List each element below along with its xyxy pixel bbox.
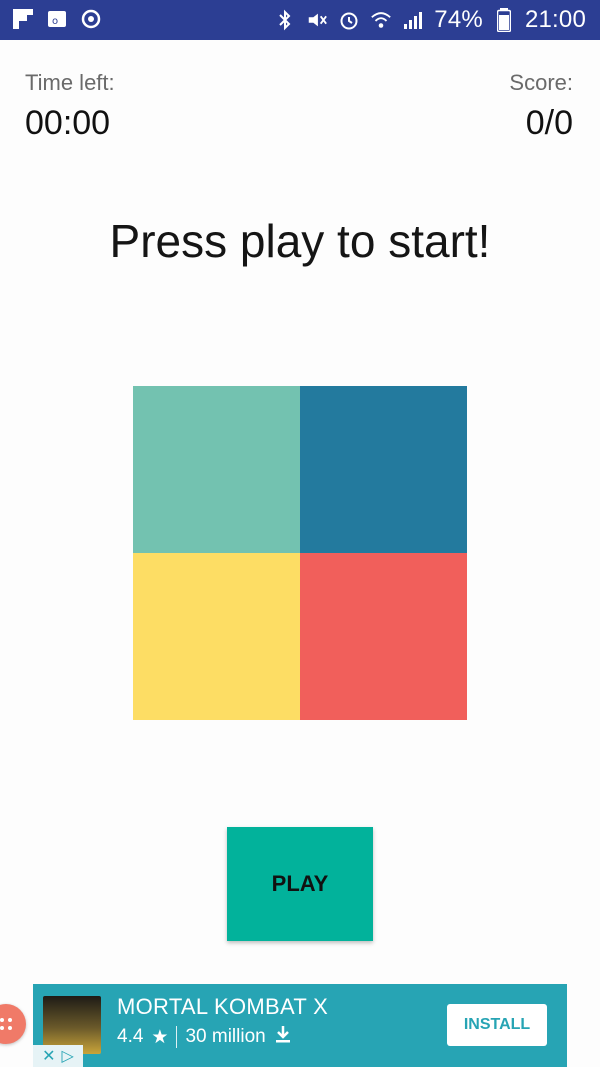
time-left-label: Time left: bbox=[25, 70, 115, 95]
start-prompt: Press play to start! bbox=[109, 215, 491, 267]
outlook-icon: o bbox=[46, 8, 68, 30]
ad-rating: 4.4 bbox=[117, 1026, 144, 1047]
score-label: Score: bbox=[509, 70, 573, 95]
divider bbox=[176, 1026, 178, 1048]
ad-choices[interactable]: ✕ ▷ bbox=[33, 1045, 83, 1067]
floating-game-icon[interactable] bbox=[0, 1004, 26, 1044]
ad-installs: 30 million bbox=[185, 1026, 266, 1047]
mute-icon bbox=[306, 9, 328, 31]
score-block: Score: 0/0 bbox=[509, 70, 573, 143]
battery-percent: 74% bbox=[434, 6, 483, 33]
dots-icon bbox=[0, 1018, 12, 1030]
battery-icon bbox=[493, 8, 515, 32]
ad-install-button[interactable]: INSTALL bbox=[447, 1004, 547, 1046]
status-right-icons: 74% 21:00 bbox=[274, 6, 586, 34]
star-icon: ★ bbox=[151, 1026, 169, 1048]
time-left-block: Time left: 00:00 bbox=[25, 70, 115, 143]
flipboard-icon bbox=[12, 8, 34, 30]
alarm-icon bbox=[338, 9, 360, 31]
time-left-value: 00:00 bbox=[25, 104, 111, 142]
ad-title: MORTAL KOMBAT X bbox=[117, 994, 329, 1019]
tile-top-left[interactable] bbox=[133, 386, 300, 553]
close-icon[interactable]: ✕ bbox=[42, 1046, 55, 1066]
color-tile-grid bbox=[133, 386, 467, 720]
sync-icon bbox=[80, 8, 102, 30]
tile-bottom-right[interactable] bbox=[300, 553, 467, 720]
svg-text:o: o bbox=[52, 16, 58, 27]
score-value: 0/0 bbox=[525, 104, 573, 142]
status-left-icons: o bbox=[12, 8, 102, 30]
tile-bottom-left[interactable] bbox=[133, 553, 300, 720]
clock: 21:00 bbox=[524, 6, 586, 33]
ad-meta: 4.4 ★ 30 million bbox=[117, 1024, 292, 1050]
ad-choices-icon[interactable]: ▷ bbox=[62, 1046, 74, 1066]
bluetooth-icon bbox=[274, 9, 296, 31]
play-button[interactable]: PLAY bbox=[227, 827, 373, 941]
ad-banner[interactable]: MORTAL KOMBAT X 4.4 ★ 30 million INSTALL… bbox=[33, 984, 567, 1067]
tile-top-right[interactable] bbox=[300, 386, 467, 553]
download-icon bbox=[274, 1024, 292, 1050]
signal-icon bbox=[402, 9, 424, 31]
wifi-icon bbox=[370, 9, 392, 31]
status-bar: o 74% 21:00 bbox=[0, 0, 600, 40]
